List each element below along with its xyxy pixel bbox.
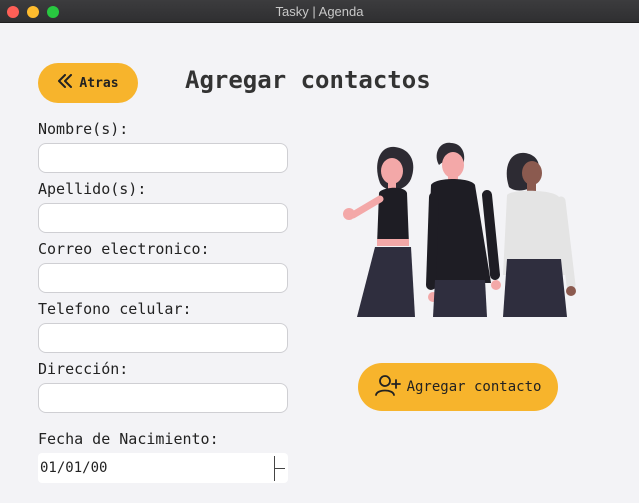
birthdate-label: Fecha de Nacimiento: bbox=[38, 430, 219, 448]
phone-label: Telefono celular: bbox=[38, 300, 192, 318]
page-title: Agregar contactos bbox=[185, 66, 431, 94]
first-name-label: Nombre(s): bbox=[38, 120, 129, 138]
email-label: Correo electronico: bbox=[38, 240, 210, 258]
user-plus-icon bbox=[374, 374, 401, 400]
birthdate-input[interactable]: 01/01/00 bbox=[38, 453, 288, 483]
address-label: Dirección: bbox=[38, 360, 129, 378]
last-name-input[interactable] bbox=[38, 203, 288, 233]
person-right bbox=[503, 152, 576, 317]
back-button-label: Atras bbox=[79, 75, 119, 91]
people-illustration bbox=[335, 135, 580, 320]
window-titlebar: Tasky | Agenda bbox=[0, 0, 639, 23]
double-chevron-left-icon bbox=[57, 74, 73, 92]
phone-input[interactable] bbox=[38, 323, 288, 353]
email-input[interactable] bbox=[38, 263, 288, 293]
date-stepper[interactable] bbox=[274, 456, 288, 481]
person-left bbox=[343, 146, 415, 317]
back-button[interactable]: Atras bbox=[38, 63, 138, 103]
birthdate-value: 01/01/00 bbox=[40, 460, 108, 476]
address-input[interactable] bbox=[38, 383, 288, 413]
first-name-input[interactable] bbox=[38, 143, 288, 173]
add-contact-label: Agregar contacto bbox=[406, 379, 542, 395]
add-contact-button[interactable]: Agregar contacto bbox=[358, 363, 558, 411]
last-name-label: Apellido(s): bbox=[38, 180, 147, 198]
window-title: Tasky | Agenda bbox=[275, 4, 364, 19]
person-middle bbox=[426, 142, 501, 317]
